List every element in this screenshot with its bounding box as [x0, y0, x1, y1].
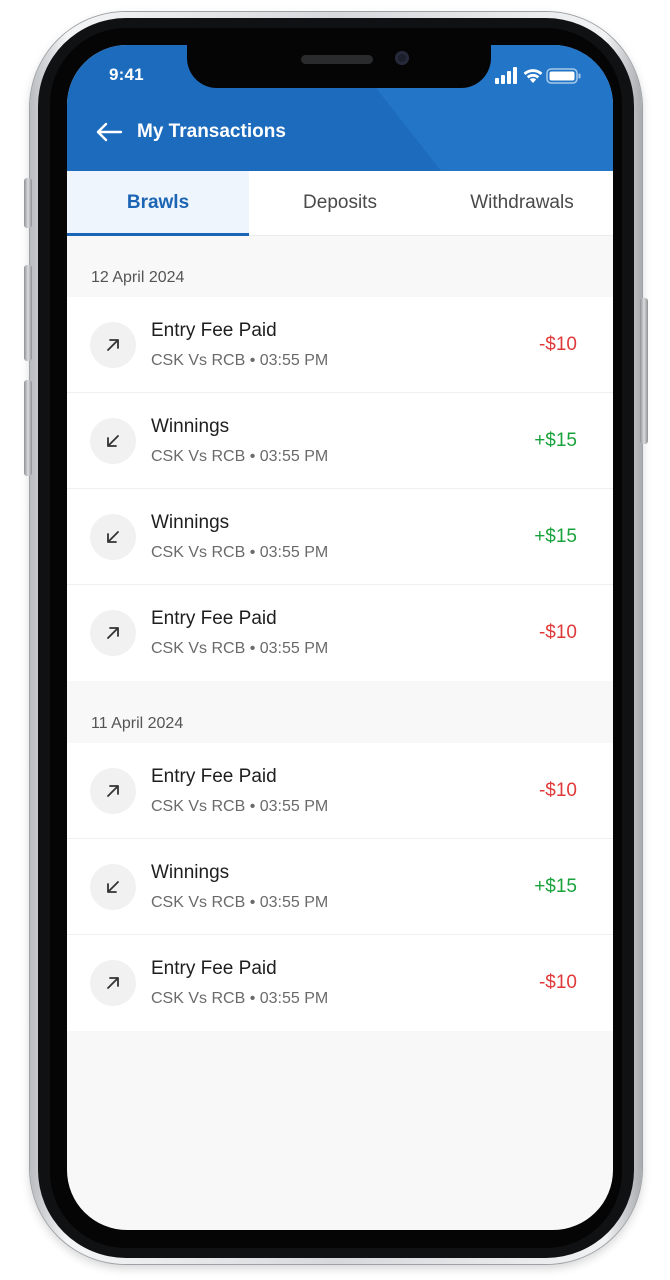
transaction-row[interactable]: Winnings CSK Vs RCB • 03:55 PM +$15 — [67, 839, 613, 935]
transaction-title: Entry Fee Paid — [151, 320, 277, 341]
transaction-amount: -$10 — [538, 779, 577, 801]
transaction-title: Winnings — [151, 512, 230, 533]
mute-switch — [24, 178, 32, 228]
transaction-meta: CSK Vs RCB • 03:55 PM — [151, 798, 329, 815]
power-button — [640, 298, 648, 444]
transaction-amount: +$15 — [534, 525, 577, 547]
arrow-down-left-icon — [90, 417, 136, 464]
tab-bar: Brawls Deposits Withdrawals — [67, 171, 613, 236]
notch — [187, 45, 491, 88]
volume-up-button — [24, 265, 32, 361]
transaction-title: Winnings — [151, 416, 230, 437]
status-icons — [495, 65, 595, 87]
date-label: 12 April 2024 — [91, 269, 185, 286]
transaction-row[interactable]: Winnings CSK Vs RCB • 03:55 PM +$15 — [67, 489, 613, 585]
tab-withdrawals[interactable]: Withdrawals — [431, 171, 613, 235]
header-bar: My Transactions — [95, 117, 286, 147]
arrow-up-right-icon — [90, 610, 136, 656]
transaction-amount: -$10 — [538, 972, 577, 993]
transaction-amount: +$15 — [534, 875, 577, 897]
screen: 9:41 My Transactions Brawls Deposits Wit… — [67, 45, 613, 1230]
battery-icon — [546, 68, 581, 84]
tab-brawls[interactable]: Brawls — [67, 171, 249, 236]
transaction-row[interactable]: Entry Fee Paid CSK Vs RCB • 03:55 PM -$10 — [67, 935, 613, 1031]
transaction-meta: CSK Vs RCB • 03:55 PM — [151, 352, 329, 369]
wifi-icon — [523, 69, 543, 83]
transaction-meta: CSK Vs RCB • 03:55 PM — [151, 544, 329, 561]
tab-deposits[interactable]: Deposits — [249, 171, 431, 235]
transaction-row[interactable]: Entry Fee Paid CSK Vs RCB • 03:55 PM -$10 — [67, 743, 613, 839]
section-rows: Entry Fee Paid CSK Vs RCB • 03:55 PM -$10… — [67, 297, 613, 681]
date-label: 11 April 2024 — [91, 715, 184, 732]
transaction-meta: CSK Vs RCB • 03:55 PM — [151, 894, 329, 911]
volume-down-button — [24, 380, 32, 476]
cellular-signal-icon — [495, 67, 517, 84]
arrow-up-right-icon — [90, 321, 136, 368]
transaction-row[interactable]: Entry Fee Paid CSK Vs RCB • 03:55 PM -$10 — [67, 297, 613, 393]
section-date-header: 12 April 2024 — [67, 235, 613, 297]
transaction-title: Entry Fee Paid — [151, 766, 277, 787]
section-rows: Entry Fee Paid CSK Vs RCB • 03:55 PM -$10… — [67, 743, 613, 1031]
arrow-up-right-icon — [90, 960, 136, 1006]
transaction-meta: CSK Vs RCB • 03:55 PM — [151, 448, 329, 465]
transaction-row[interactable]: Winnings CSK Vs RCB • 03:55 PM +$15 — [67, 393, 613, 489]
back-arrow-icon[interactable] — [95, 122, 123, 142]
arrow-up-right-icon — [90, 767, 136, 814]
transaction-meta: CSK Vs RCB • 03:55 PM — [151, 990, 329, 1007]
transaction-amount: +$15 — [534, 429, 577, 451]
front-camera — [395, 51, 409, 65]
transaction-title: Winnings — [151, 862, 230, 883]
transaction-list: 12 April 2024 Entry Fee Paid CSK Vs RCB •… — [67, 235, 613, 1031]
app-header: 9:41 My Transactions — [67, 45, 613, 171]
transaction-meta: CSK Vs RCB • 03:55 PM — [151, 640, 329, 657]
transaction-title: Entry Fee Paid — [151, 608, 277, 629]
transaction-amount: -$10 — [538, 622, 577, 643]
transaction-row[interactable]: Entry Fee Paid CSK Vs RCB • 03:55 PM -$10 — [67, 585, 613, 681]
transaction-amount: -$10 — [538, 333, 577, 355]
status-time: 9:41 — [109, 65, 144, 84]
page-title: My Transactions — [137, 121, 286, 142]
transaction-title: Entry Fee Paid — [151, 958, 277, 979]
section-date-header: 11 April 2024 — [67, 681, 613, 743]
speaker-grille — [301, 55, 373, 64]
arrow-down-left-icon — [90, 513, 136, 560]
arrow-down-left-icon — [90, 863, 136, 910]
